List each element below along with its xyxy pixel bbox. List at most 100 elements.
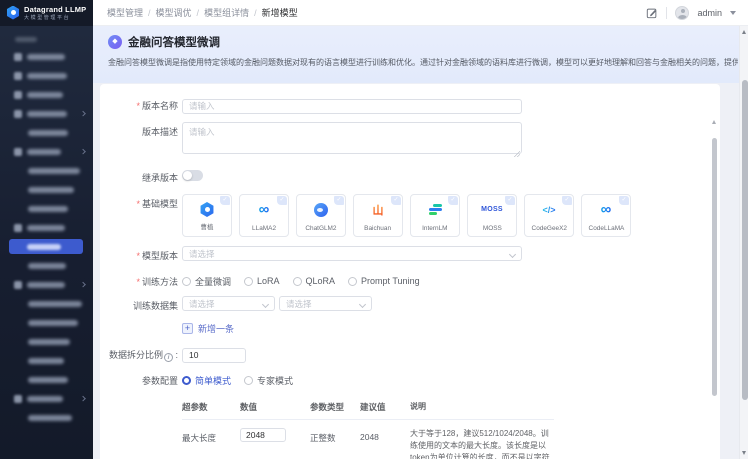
sidebar-item[interactable] xyxy=(0,199,93,218)
menu-icon xyxy=(14,91,22,99)
card-scrollbar[interactable] xyxy=(712,114,717,454)
meta-infinity-logo: ∞ xyxy=(582,201,630,218)
sidebar-item[interactable] xyxy=(0,161,93,180)
sidebar-item[interactable] xyxy=(0,85,93,104)
sidebar-item[interactable] xyxy=(0,351,93,370)
train-method-radio[interactable]: 全量微调 xyxy=(182,275,231,288)
model-card-label: CodeGeeX2 xyxy=(531,225,566,231)
train-method-radio[interactable]: Prompt Tuning xyxy=(348,276,420,286)
sidebar-item[interactable] xyxy=(0,389,93,408)
scroll-up-icon[interactable] xyxy=(712,120,716,124)
model-card-CodeGeeX2[interactable]: ✓</>CodeGeeX2 xyxy=(524,194,574,237)
breadcrumb-item[interactable]: 模型组详情 xyxy=(204,6,249,19)
sidebar-active-highlight xyxy=(9,239,83,254)
model-card-label: ChatGLM2 xyxy=(305,225,336,231)
menu-icon xyxy=(14,395,22,403)
sidebar-item[interactable] xyxy=(0,123,93,142)
info-icon[interactable]: i xyxy=(164,353,173,362)
sidebar-item[interactable] xyxy=(0,218,93,237)
sidebar-item[interactable] xyxy=(0,275,93,294)
version-name-input[interactable] xyxy=(182,99,522,114)
model-card-LLaMA2[interactable]: ✓∞LLaMA2 xyxy=(239,194,289,237)
breadcrumb-separator: / xyxy=(254,8,257,18)
sidebar-item[interactable] xyxy=(0,256,93,275)
table-header-cell: 建议值 xyxy=(360,401,410,413)
sidebar-item[interactable] xyxy=(0,104,93,123)
dataset-select[interactable]: 请选择 xyxy=(182,296,275,311)
sidebar-item-label xyxy=(28,263,66,269)
sidebar-item-label xyxy=(28,206,68,212)
breadcrumb-item[interactable]: 模型管理 xyxy=(107,6,143,19)
page-scrollbar[interactable] xyxy=(739,26,748,459)
train-method-radio[interactable]: QLoRA xyxy=(293,276,336,286)
model-card-label: CodeLLaMA xyxy=(588,225,624,231)
sidebar-item[interactable] xyxy=(0,142,93,161)
card-scrollbar-thumb[interactable] xyxy=(712,138,717,396)
sidebar-item[interactable] xyxy=(0,66,93,85)
moss-text-logo: MOSS xyxy=(468,201,516,218)
train-method-label: 训练方法 xyxy=(100,272,178,288)
param-value-input[interactable] xyxy=(240,428,286,442)
model-gem-icon xyxy=(108,35,122,49)
param-config-radio[interactable]: 专家模式 xyxy=(244,374,293,387)
main-area: 金融问答模型微调 金融问答模型微调是指使用特定领域的金融问题数据对现有的语言模型… xyxy=(93,26,748,459)
radio-icon xyxy=(182,277,191,286)
split-ratio-input[interactable] xyxy=(182,348,246,363)
scroll-up-icon[interactable] xyxy=(742,30,746,34)
sidebar-item-active[interactable] xyxy=(0,237,93,256)
breadcrumb-item[interactable]: 模型调优 xyxy=(156,6,192,19)
sidebar-item[interactable] xyxy=(0,47,93,66)
username[interactable]: admin xyxy=(697,8,722,18)
baichuan-logo: 山 xyxy=(354,201,402,218)
scroll-down-icon[interactable] xyxy=(742,451,746,455)
sidebar-item[interactable] xyxy=(0,408,93,427)
sidebar-item-label xyxy=(28,377,68,383)
sidebar-nav xyxy=(0,26,93,459)
top-bar: Datagrand LLMP 大模型管理平台 模型管理/模型调优/模型组详情/新… xyxy=(0,0,748,26)
model-card-曹植[interactable]: ✓曹植 xyxy=(182,194,232,237)
edit-note-icon[interactable] xyxy=(646,7,658,19)
user-avatar[interactable] xyxy=(675,6,689,20)
version-desc-textarea[interactable] xyxy=(182,122,522,154)
param-config-label: 参数配置 xyxy=(100,371,178,387)
param-type: 正整数 xyxy=(310,428,360,444)
train-method-radio[interactable]: LoRA xyxy=(244,276,280,286)
version-name-row: 版本名称 xyxy=(100,96,720,114)
model-version-label: 模型版本 xyxy=(100,246,178,262)
model-card-ChatGLM2[interactable]: ✓ChatGLM2 xyxy=(296,194,346,237)
model-card-MOSS[interactable]: ✓MOSSMOSS xyxy=(467,194,517,237)
chevron-down-icon xyxy=(359,301,366,308)
model-version-select[interactable]: 请选择 xyxy=(182,246,522,261)
divider xyxy=(666,7,667,19)
sidebar-item[interactable] xyxy=(0,313,93,332)
resize-grip-icon[interactable] xyxy=(514,151,520,157)
breadcrumb-separator: / xyxy=(197,8,200,18)
model-card-label: MOSS xyxy=(483,225,502,231)
model-version-row: 模型版本 请选择 xyxy=(100,246,720,262)
add-row: + 新增一条 xyxy=(100,322,720,335)
chevron-down-icon[interactable] xyxy=(730,11,736,15)
sidebar-item[interactable] xyxy=(0,294,93,313)
add-dataset-label: 新增一条 xyxy=(198,322,234,335)
sidebar-item[interactable] xyxy=(0,332,93,351)
train-method-radio-label: LoRA xyxy=(257,276,280,286)
table-header: 超参数数值参数类型建议值说明 xyxy=(182,395,554,420)
sidebar-item-label xyxy=(27,73,67,79)
sidebar-item[interactable] xyxy=(0,370,93,389)
param-config-radio[interactable]: 简单模式 xyxy=(182,374,231,387)
chevron-right-icon xyxy=(80,395,86,401)
sidebar-item-label xyxy=(28,187,74,193)
add-dataset-button[interactable]: + 新增一条 xyxy=(182,322,234,335)
train-method-radio-label: QLoRA xyxy=(306,276,336,286)
dataset-select[interactable]: 请选择 xyxy=(279,296,372,311)
split-ratio-label: 数据拆分比例i : xyxy=(100,345,178,363)
param-suggest: 2048 xyxy=(360,428,410,442)
inherit-toggle[interactable] xyxy=(182,170,203,181)
model-card-CodeLLaMA[interactable]: ✓∞CodeLLaMA xyxy=(581,194,631,237)
model-card-InternLM[interactable]: ✓InternLM xyxy=(410,194,460,237)
chevron-right-icon xyxy=(80,281,86,287)
page-scrollbar-thumb[interactable] xyxy=(742,80,748,400)
app-logo[interactable]: Datagrand LLMP 大模型管理平台 xyxy=(0,0,93,26)
model-card-Baichuan[interactable]: ✓山Baichuan xyxy=(353,194,403,237)
sidebar-item[interactable] xyxy=(0,180,93,199)
